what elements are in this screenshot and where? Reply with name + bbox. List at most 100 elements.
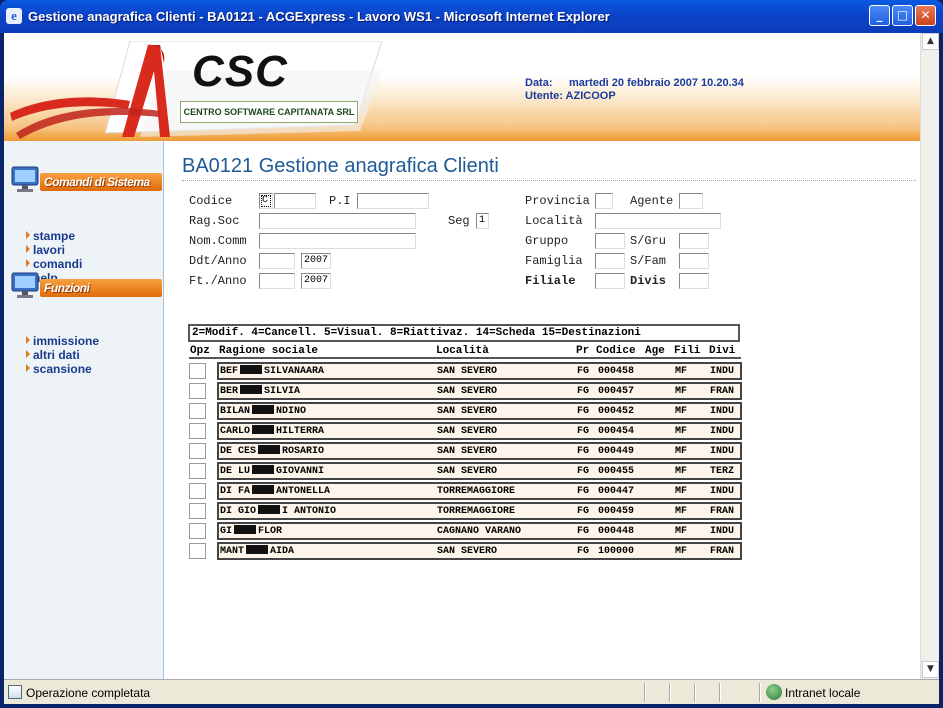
provincia: FG xyxy=(577,386,590,397)
agente-label: Agente xyxy=(630,194,674,208)
table-row: DE CES ROSARIO SAN SEVERO FG 000449 MF INDU xyxy=(189,441,742,461)
codice: 000447 xyxy=(598,486,635,497)
nomcomm-input[interactable] xyxy=(259,233,416,249)
arrow-right-icon xyxy=(26,364,30,372)
filiale: MF xyxy=(675,486,688,497)
ft-number-input[interactable] xyxy=(259,273,295,289)
option-input[interactable] xyxy=(189,383,206,399)
ragsoc-label: Rag.Soc xyxy=(189,214,240,228)
option-input[interactable] xyxy=(189,403,206,419)
codice-type-input[interactable]: C xyxy=(259,193,273,209)
redacted-text xyxy=(252,485,275,494)
page-content: CSC CENTRO SOFTWARE CAPITANATA SRL Data:… xyxy=(4,33,939,704)
table-row: MANT AIDA SAN SEVERO FG 100000 MF FRAN xyxy=(189,541,742,561)
scroll-up-button[interactable]: ▲ xyxy=(922,33,939,50)
redacted-text xyxy=(246,545,269,554)
maximize-button[interactable]: □ xyxy=(892,5,913,26)
codice: 000459 xyxy=(598,506,635,517)
divisione: FRAN xyxy=(710,546,735,557)
option-input[interactable] xyxy=(189,523,206,539)
filiale: MF xyxy=(675,366,688,377)
ddt-anno-label: Ddt/Anno xyxy=(189,254,247,268)
user-label: Utente: xyxy=(525,90,563,102)
ddt-number-input[interactable] xyxy=(259,253,295,269)
ddt-year-input[interactable]: 2007 xyxy=(301,253,331,269)
filiale: MF xyxy=(675,526,688,537)
provincia: FG xyxy=(577,486,590,497)
option-input[interactable] xyxy=(189,543,206,559)
localita: TORREMAGGIORE xyxy=(437,486,516,497)
sfam-input[interactable] xyxy=(679,253,709,269)
ragione-sociale: GI FLOR xyxy=(220,525,283,537)
option-input[interactable] xyxy=(189,423,206,439)
sidebar-item-lavori[interactable]: lavori xyxy=(26,243,65,257)
seg-input[interactable]: 1 xyxy=(476,213,489,229)
sfam-label: S/Fam xyxy=(630,254,667,268)
redacted-text xyxy=(252,465,275,474)
provincia: FG xyxy=(577,526,590,537)
arrow-right-icon xyxy=(26,259,30,267)
codice: 000449 xyxy=(598,446,635,457)
divisione: INDU xyxy=(710,486,735,497)
row-cells: GI FLOR CAGNANO VARANO FG 000448 MF INDU xyxy=(217,522,742,540)
computer-monitor-icon xyxy=(11,272,39,298)
divis-input[interactable] xyxy=(679,273,709,289)
col-divi: Divi xyxy=(709,345,736,357)
row-cells: DE LU GIOVANNI SAN SEVERO FG 000455 MF TERZ xyxy=(217,462,742,480)
col-localita: Località xyxy=(436,345,489,357)
nomcomm-label: Nom.Comm xyxy=(189,234,247,248)
redacted-text xyxy=(240,365,263,374)
ragione-sociale: DE CES ROSARIO xyxy=(220,445,325,457)
vertical-scrollbar[interactable]: ▲ ▼ xyxy=(920,33,939,679)
ragsoc-input[interactable] xyxy=(259,213,416,229)
agente-input[interactable] xyxy=(679,193,703,209)
codice: 000458 xyxy=(598,366,635,377)
codice-input[interactable] xyxy=(274,193,316,209)
arrow-right-icon xyxy=(26,350,30,358)
ft-year-input[interactable]: 2007 xyxy=(301,273,331,289)
sidebar-item-immissione[interactable]: immissione xyxy=(26,334,99,348)
sgru-label: S/Gru xyxy=(630,234,667,248)
title-divider xyxy=(182,180,916,181)
row-cells: CARLO HILTERRA SAN SEVERO FG 000454 MF INDU xyxy=(217,422,742,440)
date-value: martedì 20 febbraio 2007 10.20.34 xyxy=(569,77,744,89)
localita: SAN SEVERO xyxy=(437,446,498,457)
option-input[interactable] xyxy=(189,463,206,479)
option-input[interactable] xyxy=(189,483,206,499)
provincia-input[interactable] xyxy=(595,193,613,209)
ragione-sociale: DE LU GIOVANNI xyxy=(220,465,325,477)
sidebar-item-stampe[interactable]: stampe xyxy=(26,229,75,243)
page-done-icon xyxy=(8,685,22,699)
col-opz: Opz xyxy=(190,345,210,357)
provincia-label: Provincia xyxy=(525,194,590,208)
sidebar-item-scansione[interactable]: scansione xyxy=(26,362,92,376)
localita: SAN SEVERO xyxy=(437,466,498,477)
sidebar-item-comandi[interactable]: comandi xyxy=(26,257,82,271)
divis-label: Divis xyxy=(630,274,667,288)
divisione: INDU xyxy=(710,526,735,537)
main-panel: BA0121 Gestione anagrafica Clienti Codic… xyxy=(165,141,920,704)
provincia: FG xyxy=(577,506,590,517)
sgru-input[interactable] xyxy=(679,233,709,249)
localita: SAN SEVERO xyxy=(437,546,498,557)
ragione-sociale: DI FA ANTONELLA xyxy=(220,485,331,497)
scroll-down-button[interactable]: ▼ xyxy=(922,661,939,678)
close-button[interactable]: ✕ xyxy=(915,5,936,26)
redacted-text xyxy=(240,385,263,394)
gruppo-input[interactable] xyxy=(595,233,625,249)
pi-input[interactable] xyxy=(357,193,429,209)
col-ragione-sociale: Ragione sociale xyxy=(219,345,319,357)
minimize-button[interactable]: _ xyxy=(869,5,890,26)
localita: TORREMAGGIORE xyxy=(437,506,516,517)
divisione: FRAN xyxy=(710,506,735,517)
option-input[interactable] xyxy=(189,503,206,519)
localita-input[interactable] xyxy=(595,213,721,229)
date-label: Data: xyxy=(525,77,553,89)
option-input[interactable] xyxy=(189,363,206,379)
famiglia-input[interactable] xyxy=(595,253,625,269)
col-codice: Codice xyxy=(596,345,636,357)
filiale-input[interactable] xyxy=(595,273,625,289)
logo: CSC CENTRO SOFTWARE CAPITANATA SRL xyxy=(10,41,382,139)
sidebar-item-altri-dati[interactable]: altri dati xyxy=(26,348,80,362)
option-input[interactable] xyxy=(189,443,206,459)
